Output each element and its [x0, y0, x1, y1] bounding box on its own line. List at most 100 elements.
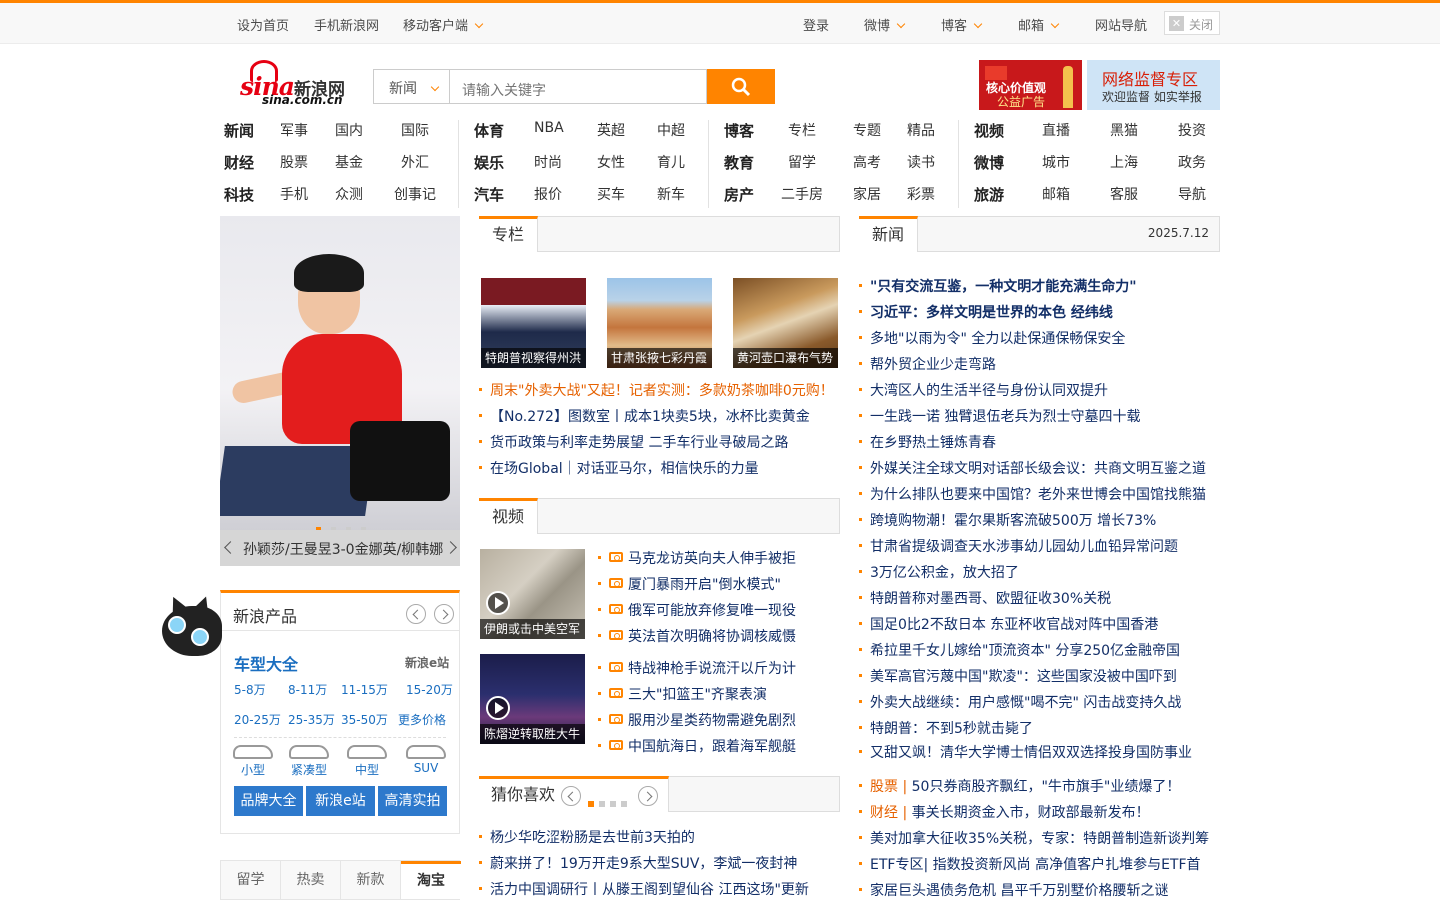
list-item[interactable]: 家居巨头遇债务危机 昌平千万别墅价格腰斩之谜 [859, 880, 1168, 900]
nav-link[interactable]: 科技 [224, 184, 254, 205]
cat-mascot-icon[interactable] [158, 593, 222, 660]
tab-new-items[interactable]: 新款 [341, 861, 401, 899]
chevron-right-icon[interactable] [444, 541, 457, 554]
video-item[interactable]: 中国航海日，跟着海军舰艇 [598, 736, 796, 756]
blog-menu[interactable]: 博客 [941, 15, 983, 34]
nav-link[interactable]: 上海 [1110, 152, 1138, 172]
tab-news[interactable]: 新闻 [859, 216, 918, 252]
nav-link[interactable]: 育儿 [657, 152, 685, 172]
list-item[interactable]: 希拉里千女儿嫁给"顶流资本" 分享250亿金融帝国 [859, 640, 1180, 660]
next-page-icon[interactable] [434, 604, 454, 624]
nav-link[interactable]: 读书 [907, 152, 935, 172]
list-item[interactable]: 一生践一诺 独臂退伍老兵为烈士守墓四十载 [859, 406, 1140, 426]
search-category-select[interactable]: 新闻 [373, 69, 449, 104]
nav-link[interactable]: 政务 [1178, 152, 1206, 172]
price-range-link[interactable]: 5-8万 [234, 681, 266, 698]
nav-link[interactable]: 客服 [1110, 184, 1138, 204]
video-item[interactable]: 英法首次明确将协调核威慑 [598, 626, 796, 646]
login-link[interactable]: 登录 [803, 15, 829, 34]
nav-link[interactable]: 精品 [907, 120, 935, 140]
pager-dot[interactable] [610, 801, 616, 807]
tab-column[interactable]: 专栏 [479, 216, 538, 252]
car-type-compact[interactable]: 紧凑型 [287, 745, 331, 778]
video-item[interactable]: 特战神枪手说流汗以斤为计 [598, 658, 796, 678]
nav-link[interactable]: 报价 [534, 184, 562, 204]
nav-link[interactable]: 微博 [974, 152, 1004, 173]
nav-link[interactable]: 导航 [1178, 184, 1206, 204]
slider-caption[interactable]: 孙颖莎/王曼昱3-0金娜英/柳韩娜 [243, 539, 443, 559]
close-button[interactable]: ✕ 关闭 [1164, 11, 1220, 35]
nav-link[interactable]: 体育 [474, 120, 504, 141]
tab-hot-sale[interactable]: 热卖 [281, 861, 341, 899]
nav-link[interactable]: 英超 [597, 120, 625, 140]
list-item[interactable]: 在乡野热土锤炼青春 [859, 432, 996, 452]
nav-link[interactable]: 时尚 [534, 152, 562, 172]
nav-link[interactable]: 专题 [853, 120, 881, 140]
network-supervision-ad[interactable]: 网络监督专区 欢迎监督 如实举报 [1087, 60, 1220, 110]
brands-button[interactable]: 品牌大全 [234, 786, 303, 816]
list-item[interactable]: 又甜又飒！清华大学博士情侣双双选择投身国防事业 [859, 742, 1192, 762]
headline-item[interactable]: "只有交流互鉴，一种文明才能充满生命力" [859, 276, 1137, 296]
nav-link[interactable]: 买车 [597, 184, 625, 204]
nav-link[interactable]: 彩票 [907, 184, 935, 204]
pager-dot[interactable] [599, 801, 605, 807]
nav-link[interactable]: 新闻 [224, 120, 254, 141]
car-type-suv[interactable]: SUV [404, 745, 448, 775]
search-button[interactable] [707, 69, 775, 104]
video-thumb[interactable]: 陈熠逆转取胜大牛 [480, 654, 585, 744]
nav-link[interactable]: 旅游 [974, 184, 1004, 205]
list-item[interactable]: 【No.272】图数室丨成本1块卖5块，冰杯比卖黄金 [479, 406, 810, 426]
tab-video[interactable]: 视频 [479, 498, 538, 534]
list-item[interactable]: 美对加拿大征收35%关税，专家：特朗普制造新谈判筹 [859, 828, 1209, 848]
sina-estation-link[interactable]: 新浪e站 [405, 654, 449, 671]
nav-link[interactable]: 军事 [280, 120, 308, 140]
nav-link[interactable]: 博客 [724, 120, 754, 141]
prev-page-icon[interactable] [561, 786, 581, 806]
nav-link[interactable]: 众测 [335, 184, 363, 204]
nav-link[interactable]: NBA [534, 120, 564, 136]
list-item[interactable]: 跨境购物潮！霍尔果斯客流破500万 增长73% [859, 510, 1156, 530]
nav-link[interactable]: 房产 [724, 184, 754, 205]
list-item[interactable]: 杨少华吃涩粉肠是去世前3天拍的 [479, 827, 695, 847]
nav-link[interactable]: 基金 [335, 152, 363, 172]
nav-link[interactable]: 城市 [1042, 152, 1070, 172]
mobile-sina-link[interactable]: 手机新浪网 [314, 15, 379, 34]
price-range-link[interactable]: 25-35万 [288, 711, 335, 728]
more-prices-link[interactable]: 更多价格 [398, 711, 446, 728]
nav-link[interactable]: 投资 [1178, 120, 1206, 140]
thumb-link[interactable]: 特朗普视察得州洪 [481, 278, 586, 368]
nav-link[interactable]: 视频 [974, 120, 1004, 141]
mobile-client-menu[interactable]: 移动客户端 [403, 15, 484, 34]
list-item[interactable]: 多地"以雨为令" 全力以赴保通保畅保安全 [859, 328, 1125, 348]
nav-link[interactable]: 高考 [853, 152, 881, 172]
nav-link[interactable]: 邮箱 [1042, 184, 1070, 204]
price-range-link[interactable]: 15-20万 [406, 681, 453, 698]
nav-link[interactable]: 教育 [724, 152, 754, 173]
estation-button[interactable]: 新浪e站 [306, 786, 375, 816]
prev-page-icon[interactable] [406, 604, 426, 624]
nav-link[interactable]: 专栏 [788, 120, 816, 140]
tagged-item[interactable]: 股票 | 50只券商股齐飘红，"牛市旗手"业绩爆了！ [859, 776, 1180, 796]
video-item[interactable]: 马克龙访英向夫人伸手被拒 [598, 548, 796, 568]
video-item[interactable]: 三大"扣篮王"齐聚表演 [598, 684, 767, 704]
nav-link[interactable]: 娱乐 [474, 152, 504, 173]
car-type-small[interactable]: 小型 [231, 745, 275, 778]
tab-taobao[interactable]: 淘宝 [401, 861, 461, 899]
nav-link[interactable]: 中超 [657, 120, 685, 140]
video-item[interactable]: 俄军可能放弃修复唯一现役 [598, 600, 796, 620]
thumb-link[interactable]: 甘肃张掖七彩丹霞 [607, 278, 712, 368]
price-range-link[interactable]: 11-15万 [341, 681, 388, 698]
nav-link[interactable]: 手机 [280, 184, 308, 204]
price-range-link[interactable]: 20-25万 [234, 711, 281, 728]
list-item[interactable]: 蔚来拼了！19万开走9系大型SUV，李斌一夜封神 [479, 853, 797, 873]
public-service-ad[interactable]: 核心价值观 公益广告 [979, 60, 1082, 110]
search-input[interactable] [449, 69, 707, 104]
hd-photos-button[interactable]: 高清实拍 [378, 786, 447, 816]
pager-dot[interactable] [621, 801, 627, 807]
nav-link[interactable]: 汽车 [474, 184, 504, 205]
nav-link[interactable]: 新车 [657, 184, 685, 204]
nav-link[interactable]: 直播 [1042, 120, 1070, 140]
weibo-menu[interactable]: 微博 [864, 15, 906, 34]
list-item[interactable]: 在场Global｜对话亚马尔，相信快乐的力量 [479, 458, 759, 478]
nav-link[interactable]: 财经 [224, 152, 254, 173]
